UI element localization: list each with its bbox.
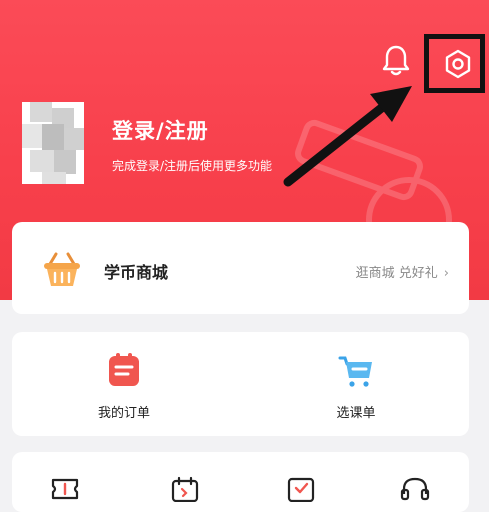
shopping-basket-icon [44, 252, 80, 286]
shopping-cart-icon [338, 356, 372, 387]
bell-icon[interactable] [382, 44, 410, 76]
chevron-right-icon: › [443, 266, 449, 281]
login-subtitle: 完成登录/注册后使用更多功能 [112, 159, 273, 173]
avatar[interactable] [22, 102, 84, 184]
checklist-icon[interactable] [286, 476, 316, 502]
annotation-arrow [283, 86, 412, 187]
coin-mall-card[interactable]: 学币商城 逛商城 兑好礼 › [12, 222, 469, 314]
my-orders-label: 我的订单 [97, 406, 150, 421]
order-list-icon [109, 353, 139, 386]
tools-card [12, 452, 469, 512]
course-cart-label: 选课单 [336, 406, 376, 421]
mall-link-text: 逛商城 兑好礼 [355, 266, 438, 281]
coin-mall-title: 学币商城 [104, 263, 169, 282]
mall-link[interactable]: 逛商城 兑好礼 › [356, 262, 449, 281]
ticket-icon[interactable] [50, 476, 80, 502]
headset-icon[interactable] [400, 476, 430, 502]
calendar-icon[interactable] [170, 476, 200, 502]
course-cart-button[interactable]: 选课单 [296, 352, 416, 421]
orders-card: 我的订单 选课单 [12, 332, 469, 436]
my-orders-button[interactable]: 我的订单 [64, 352, 184, 421]
login-title[interactable]: 登录/注册 [112, 115, 209, 145]
settings-icon[interactable] [442, 48, 474, 80]
